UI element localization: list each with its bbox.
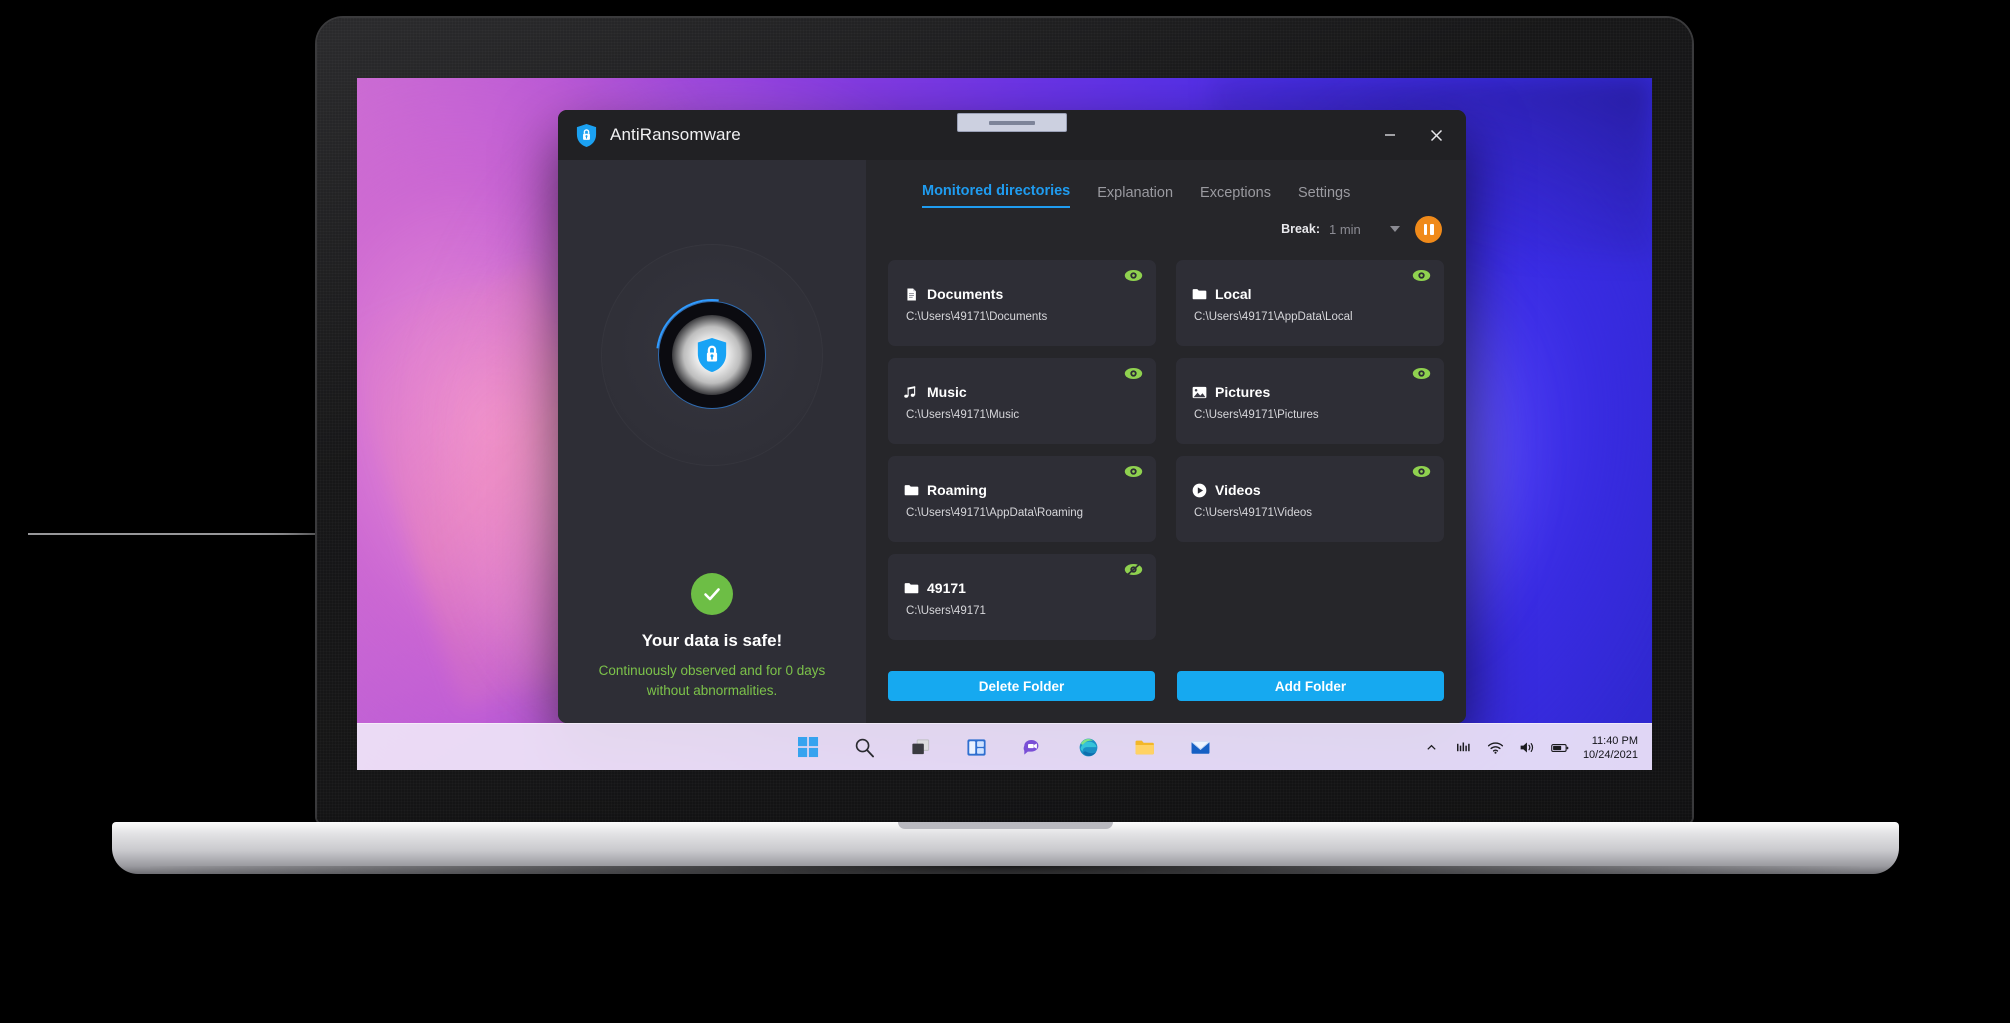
folder-path: C:\Users\49171\AppData\Local xyxy=(1194,311,1353,323)
eye-icon[interactable] xyxy=(1124,269,1143,282)
folder-card-pictures[interactable]: Pictures C:\Users\49171\Pictures xyxy=(1176,358,1444,444)
volume-icon[interactable] xyxy=(1519,739,1537,757)
add-folder-button[interactable]: Add Folder xyxy=(1177,671,1444,701)
antiransomware-window: AntiRansomware Your data is safe! Contin… xyxy=(558,110,1466,723)
folder-path: C:\Users\49171\AppData\Roaming xyxy=(906,507,1084,519)
picture-icon xyxy=(1192,385,1207,400)
file-explorer-icon[interactable] xyxy=(1132,734,1158,760)
window-controls xyxy=(1370,110,1456,160)
laptop-shadow xyxy=(150,866,1860,892)
eye-icon[interactable] xyxy=(1412,465,1431,478)
window-titlebar: AntiRansomware xyxy=(558,110,1466,160)
status-block: Your data is safe! Continuously observed… xyxy=(558,572,866,724)
status-subtitle: Continuously observed and for 0 days wit… xyxy=(598,662,826,698)
break-label: Break: xyxy=(1281,222,1320,236)
folder-path: C:\Users\49171\Pictures xyxy=(1194,409,1319,421)
clock-date: 10/24/2021 xyxy=(1582,748,1638,761)
system-tray: 11:40 PM 10/24/2021 xyxy=(1423,724,1638,770)
protection-ring-graphic xyxy=(601,244,823,466)
delete-folder-button[interactable]: Delete Folder xyxy=(888,671,1155,701)
content-panel: Monitored directories Explanation Except… xyxy=(866,160,1466,723)
shield-lock-icon xyxy=(575,123,598,148)
eye-icon[interactable] xyxy=(1412,269,1431,282)
folder-card-videos[interactable]: Videos C:\Users\49171\Videos xyxy=(1176,456,1444,542)
laptop-screen: AntiRansomware Your data is safe! Contin… xyxy=(357,78,1652,770)
eye-off-icon[interactable] xyxy=(1124,563,1143,576)
folder-name: Pictures xyxy=(1215,384,1271,400)
folder-path: C:\Users\49171 xyxy=(906,605,986,617)
play-circle-icon xyxy=(1192,483,1207,498)
pause-button[interactable] xyxy=(1415,215,1442,243)
start-icon[interactable] xyxy=(796,734,822,760)
screenshot-stage: AntiRansomware Your data is safe! Contin… xyxy=(0,0,2010,1023)
widgets-icon[interactable] xyxy=(964,734,990,760)
folder-path: C:\Users\49171\Documents xyxy=(906,311,1048,323)
folder-name: Documents xyxy=(927,286,1004,302)
mail-icon[interactable] xyxy=(1188,734,1214,760)
tab-explanation[interactable]: Explanation xyxy=(1097,185,1173,208)
window-body: Your data is safe! Continuously observed… xyxy=(558,160,1466,723)
clock-time: 11:40 PM xyxy=(1591,734,1638,747)
tab-settings[interactable]: Settings xyxy=(1298,185,1350,208)
folder-path: C:\Users\49171\Videos xyxy=(1194,507,1313,519)
check-circle-icon xyxy=(691,572,733,615)
monitored-folders-grid: Documents C:\Users\49171\Documents Local… xyxy=(888,260,1444,640)
chat-icon[interactable] xyxy=(1020,734,1046,760)
tab-exceptions[interactable]: Exceptions xyxy=(1200,185,1271,208)
folder-card-music[interactable]: Music C:\Users\49171\Music xyxy=(888,358,1156,444)
wifi-icon[interactable] xyxy=(1487,739,1505,757)
taskbar-icons xyxy=(796,734,1214,760)
eye-icon[interactable] xyxy=(1412,367,1431,380)
music-note-icon xyxy=(904,385,919,400)
edge-icon[interactable] xyxy=(1076,734,1102,760)
folder-icon xyxy=(904,581,919,596)
network-icon[interactable] xyxy=(1455,739,1473,757)
window-drag-handle[interactable] xyxy=(957,113,1067,132)
minimize-button[interactable] xyxy=(1370,117,1410,153)
battery-icon[interactable] xyxy=(1551,739,1569,757)
task-view-icon[interactable] xyxy=(908,734,934,760)
status-panel: Your data is safe! Continuously observed… xyxy=(558,160,866,723)
folder-card-49171[interactable]: 49171 C:\Users\49171 xyxy=(888,554,1156,640)
folder-name: 49171 xyxy=(927,580,966,596)
close-button[interactable] xyxy=(1416,117,1456,153)
window-title: AntiRansomware xyxy=(610,125,741,144)
chevron-down-icon[interactable] xyxy=(1390,226,1400,232)
folder-name: Music xyxy=(927,384,967,400)
folder-card-roaming[interactable]: Roaming C:\Users\49171\AppData\Roaming xyxy=(888,456,1156,542)
document-icon xyxy=(904,287,919,302)
eye-icon[interactable] xyxy=(1124,465,1143,478)
taskbar-clock[interactable]: 11:40 PM 10/24/2021 xyxy=(1583,734,1638,762)
action-buttons: Delete Folder Add Folder xyxy=(888,671,1444,723)
tab-monitored-directories[interactable]: Monitored directories xyxy=(922,183,1071,208)
folder-name: Videos xyxy=(1215,482,1261,498)
folder-name: Local xyxy=(1215,286,1252,302)
folder-icon xyxy=(904,483,919,498)
folder-card-documents[interactable]: Documents C:\Users\49171\Documents xyxy=(888,260,1156,346)
break-control: Break: 1 min xyxy=(888,208,1444,250)
windows-taskbar: 11:40 PM 10/24/2021 xyxy=(357,723,1652,770)
folder-icon xyxy=(1192,287,1207,302)
decorative-hairline xyxy=(28,533,328,535)
show-hidden-icons-chevron[interactable] xyxy=(1423,739,1441,757)
folder-path: C:\Users\49171\Music xyxy=(906,409,1020,421)
status-title: Your data is safe! xyxy=(641,630,783,650)
folder-name: Roaming xyxy=(927,482,987,498)
tab-bar: Monitored directories Explanation Except… xyxy=(888,174,1444,208)
shield-lock-icon xyxy=(695,336,729,374)
break-value[interactable]: 1 min xyxy=(1329,222,1381,237)
folder-card-local[interactable]: Local C:\Users\49171\AppData\Local xyxy=(1176,260,1444,346)
search-icon[interactable] xyxy=(852,734,878,760)
eye-icon[interactable] xyxy=(1124,367,1143,380)
